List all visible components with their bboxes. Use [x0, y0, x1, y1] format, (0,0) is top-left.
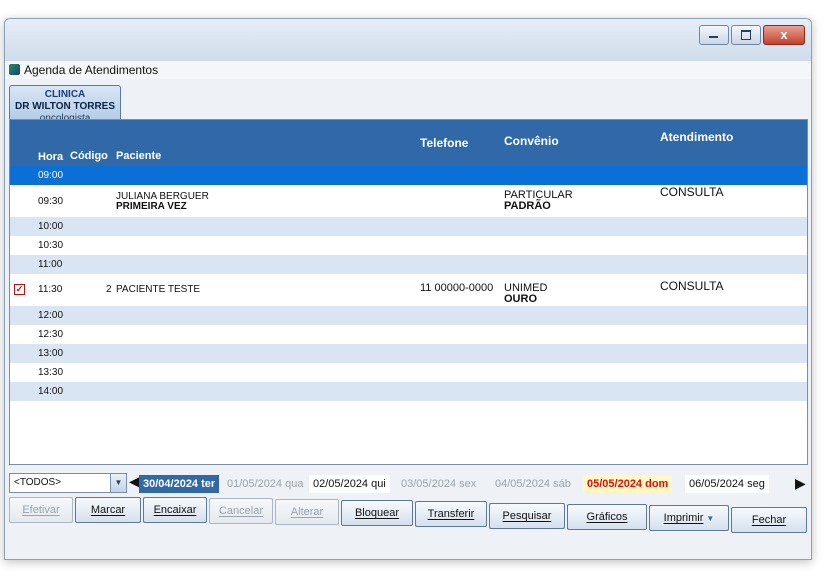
date-bar: <TODOS> ▼ ◀ 30/04/2024 ter 01/05/2024 qu… [5, 467, 811, 493]
cell-plano: PADRÃO [504, 200, 551, 212]
cell-paciente: PACIENTE TESTE [116, 284, 201, 295]
doctor-name: DR WILTON TORRES [15, 101, 115, 112]
transferir-button[interactable]: Transferir [415, 501, 487, 527]
table-row[interactable]: 10:00 [10, 217, 807, 236]
cell-hora: 09:00 [38, 170, 64, 181]
window-titlebar: x [5, 19, 811, 61]
table-row[interactable]: ✓ 11:30 2 PACIENTE TESTE 11 00000-0000 U… [10, 274, 807, 306]
imprimir-label: Imprimir [663, 512, 704, 524]
close-icon: x [780, 27, 788, 42]
chevron-down-icon[interactable]: ▼ [110, 474, 126, 492]
cell-hora: 13:00 [38, 348, 64, 359]
close-window-button[interactable]: x [763, 25, 805, 45]
schedule-grid[interactable]: Hora Código Paciente Telefone Convênio A… [9, 119, 808, 465]
cell-hora: 10:00 [38, 221, 64, 232]
date-tab-0[interactable]: 30/04/2024 ter [139, 475, 220, 493]
cell-hora: 09:30 [38, 196, 64, 207]
cell-hora: 10:30 [38, 240, 64, 251]
form-titlebar: Agenda de Atendimentos [5, 61, 811, 79]
imprimir-button[interactable]: Imprimir ▼ [649, 505, 729, 531]
action-buttons: Efetivar Marcar Encaixar Cancelar Altera… [5, 497, 811, 559]
minimize-icon [709, 36, 718, 38]
chevron-down-icon: ▼ [706, 514, 715, 523]
cell-hora: 12:30 [38, 329, 64, 340]
doctor-clinic: CLINICA [44, 89, 86, 100]
date-tab-2[interactable]: 02/05/2024 qui [309, 475, 390, 493]
column-paciente[interactable]: Paciente [116, 150, 161, 162]
cell-hora: 13:30 [38, 367, 64, 378]
bloquear-button[interactable]: Bloquear [341, 500, 413, 526]
cell-hora: 11:00 [38, 259, 63, 270]
marcar-button[interactable]: Marcar [75, 497, 141, 523]
pesquisar-button[interactable]: Pesquisar [489, 503, 565, 529]
table-row[interactable]: 13:30 [10, 363, 807, 382]
cell-paciente-obs: PRIMEIRA VEZ [116, 201, 187, 212]
row-checkbox[interactable]: ✓ [14, 284, 25, 295]
column-telefone[interactable]: Telefone [420, 136, 468, 150]
fechar-button[interactable]: Fechar [731, 507, 807, 533]
column-hora[interactable]: Hora [38, 151, 63, 163]
minimize-button[interactable] [699, 25, 729, 45]
graficos-button[interactable]: Gráficos [567, 504, 647, 530]
column-codigo[interactable]: Código [70, 150, 108, 162]
date-tab-5[interactable]: 05/05/2024 dom [583, 475, 673, 493]
date-tab-6[interactable]: 06/05/2024 seg [685, 475, 769, 493]
table-row[interactable]: 12:30 [10, 325, 807, 344]
cell-plano: OURO [504, 293, 537, 305]
table-row[interactable]: 12:00 [10, 306, 807, 325]
table-row[interactable]: 09:00 [10, 166, 807, 185]
maximize-button[interactable] [731, 25, 761, 45]
cell-hora: 14:00 [38, 386, 64, 397]
table-row[interactable]: 09:30 JULIANA BERGUER PRIMEIRA VEZ PARTI… [10, 185, 807, 217]
app-icon [9, 64, 20, 75]
window-controls: x [699, 25, 805, 45]
grid-header: Hora Código Paciente Telefone Convênio A… [10, 120, 807, 166]
cell-atendimento: CONSULTA [660, 185, 724, 199]
column-convenio[interactable]: Convênio [504, 134, 559, 148]
cell-codigo: 2 [106, 284, 112, 295]
cell-telefone: 11 00000-0000 [420, 282, 494, 294]
table-row[interactable]: 11:00 [10, 255, 807, 274]
column-atendimento[interactable]: Atendimento [660, 130, 733, 144]
date-tab-4[interactable]: 04/05/2024 sáb [491, 475, 575, 493]
chevron-right-icon[interactable]: ▶ [795, 475, 806, 491]
maximize-icon [741, 30, 751, 40]
filter-select[interactable]: <TODOS> ▼ [9, 473, 127, 493]
alterar-button[interactable]: Alterar [275, 499, 339, 525]
cancelar-button[interactable]: Cancelar [209, 498, 273, 524]
table-row[interactable]: 14:00 [10, 382, 807, 401]
table-row[interactable]: 10:30 [10, 236, 807, 255]
table-row[interactable]: 13:00 [10, 344, 807, 363]
cell-atendimento: CONSULTA [660, 279, 724, 293]
date-tab-3[interactable]: 03/05/2024 sex [397, 475, 480, 493]
form-title: Agenda de Atendimentos [24, 63, 159, 77]
agenda-window: x Agenda de Atendimentos CLINICA DR WILT… [4, 18, 812, 560]
efetivar-button[interactable]: Efetivar [9, 497, 73, 523]
filter-value: <TODOS> [14, 477, 62, 488]
cell-hora: 11:30 [38, 284, 63, 295]
date-tab-1[interactable]: 01/05/2024 qua [223, 475, 307, 493]
cell-hora: 12:00 [38, 310, 64, 321]
encaixar-button[interactable]: Encaixar [143, 497, 207, 523]
